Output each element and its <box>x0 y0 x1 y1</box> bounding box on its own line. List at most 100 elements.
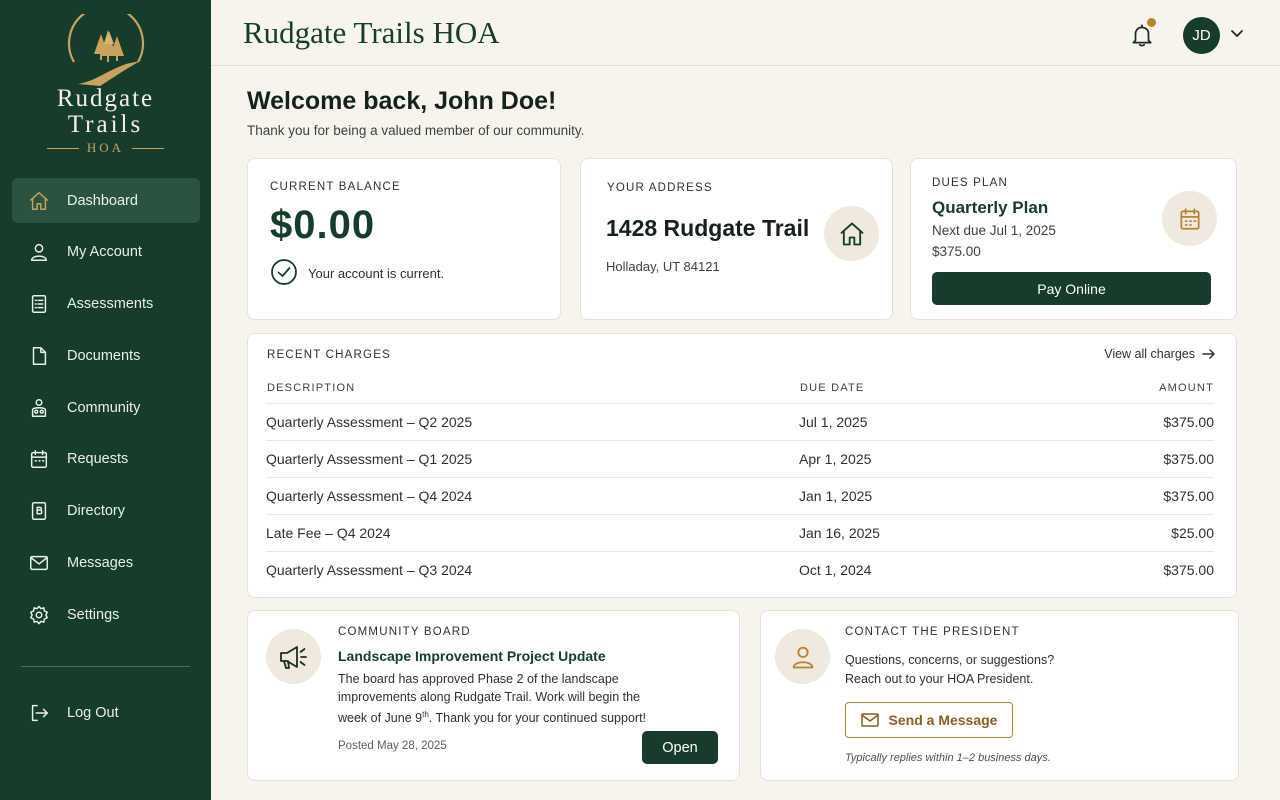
sidebar-item-label: Requests <box>67 451 129 468</box>
table-row[interactable]: Late Fee – Q4 2024 Jan 16, 2025 $25.00 <box>266 514 1214 551</box>
sidebar: Rudgate Trails HOA Dashboard My Account … <box>0 0 211 800</box>
balance-amount: $0.00 <box>270 203 376 247</box>
charge-due-date: Apr 1, 2025 <box>799 451 872 467</box>
plan-amount: $375.00 <box>932 244 981 259</box>
home-icon <box>28 190 50 212</box>
directory-book-icon <box>28 500 50 522</box>
table-row[interactable]: Quarterly Assessment – Q2 2025 Jul 1, 20… <box>266 403 1214 440</box>
balance-status-text: Your account is current. <box>308 266 445 281</box>
sidebar-item-directory[interactable]: Directory <box>12 489 200 534</box>
charge-due-date: Oct 1, 2024 <box>799 562 872 578</box>
sidebar-item-label: Settings <box>67 606 120 623</box>
logo-divider-right <box>132 147 165 149</box>
sidebar-item-my-account[interactable]: My Account <box>12 230 200 275</box>
announcement-body-text-end: . Thank you for your continued support! <box>428 711 647 726</box>
table-row[interactable]: Quarterly Assessment – Q1 2025 Apr 1, 20… <box>266 440 1214 477</box>
logo-text-trails: Trails <box>67 111 144 138</box>
person-icon <box>775 629 830 684</box>
open-announcement-button[interactable]: Open <box>642 731 718 764</box>
pine-trees-emblem-icon <box>67 14 144 86</box>
logout-icon <box>28 702 50 724</box>
sidebar-item-settings[interactable]: Settings <box>12 592 200 637</box>
announcement-ordinal-suffix: th <box>422 710 429 719</box>
column-header-due-date: DUE DATE <box>800 382 865 394</box>
table-row[interactable]: Quarterly Assessment – Q3 2024 Oct 1, 20… <box>266 551 1214 588</box>
welcome-subtitle: Thank you for being a valued member of o… <box>247 123 585 138</box>
pay-online-button[interactable]: Pay Online <box>932 272 1211 305</box>
megaphone-icon <box>266 629 321 684</box>
contact-president-card: CONTACT THE PRESIDENT Questions, concern… <box>760 610 1239 781</box>
calendar-icon <box>1162 191 1217 246</box>
recent-charges-card: RECENT CHARGES View all charges DESCRIPT… <box>247 333 1237 598</box>
charge-due-date: Jul 1, 2025 <box>799 414 868 430</box>
sidebar-item-messages[interactable]: Messages <box>12 541 200 586</box>
gear-icon <box>28 604 50 626</box>
view-all-charges-label: View all charges <box>1104 347 1195 361</box>
logo-text-hoa-row: HOA <box>0 140 211 156</box>
sidebar-item-label: Community <box>67 399 141 416</box>
arrow-right-icon <box>1202 349 1215 359</box>
charge-description: Quarterly Assessment – Q2 2025 <box>266 414 473 430</box>
sidebar-item-assessments[interactable]: Assessments <box>12 282 200 327</box>
sidebar-item-label: Assessments <box>67 296 154 313</box>
charge-amount: $375.00 <box>1163 562 1214 578</box>
logout-area: Log Out <box>12 690 200 742</box>
mail-icon <box>860 713 879 727</box>
column-header-amount: AMOUNT <box>1159 382 1214 394</box>
reply-time-note: Typically replies within 1–2 business da… <box>845 752 1051 764</box>
current-balance-card: CURRENT BALANCE $0.00 Your account is cu… <box>247 158 561 320</box>
address-line-1: 1428 Rudgate Trail <box>606 215 810 241</box>
dues-plan-card: DUES PLAN Quarterly Plan Next due Jul 1,… <box>910 158 1237 320</box>
sidebar-item-requests[interactable]: Requests <box>12 437 200 482</box>
send-message-button[interactable]: Send a Message <box>845 702 1013 738</box>
top-header: Rudgate Trails HOA JD <box>211 0 1280 66</box>
balance-label: CURRENT BALANCE <box>270 181 401 193</box>
calendar-icon <box>28 448 50 470</box>
charge-description: Quarterly Assessment – Q1 2025 <box>266 451 473 467</box>
announcement-title: Landscape Improvement Project Update <box>338 648 606 664</box>
app-title: Rudgate Trails HOA <box>243 15 500 50</box>
announcement-body: The board has approved Phase 2 of the la… <box>338 671 668 728</box>
logo-text-hoa: HOA <box>86 140 125 155</box>
community-board-label: COMMUNITY BOARD <box>338 626 471 638</box>
logout-label: Log Out <box>67 704 119 721</box>
welcome-heading: Welcome back, John Doe! <box>247 87 557 115</box>
sidebar-divider <box>21 666 190 667</box>
check-circle-icon <box>270 258 298 289</box>
sidebar-item-label: Documents <box>67 347 141 364</box>
contact-president-text: Questions, concerns, or suggestions? Rea… <box>845 653 1055 686</box>
plan-name: Quarterly Plan <box>932 198 1049 217</box>
user-avatar[interactable]: JD <box>1183 17 1220 54</box>
view-all-charges-link[interactable]: View all charges <box>1104 347 1216 361</box>
logo-text-rudgate: Rudgate <box>56 85 155 112</box>
mail-icon <box>28 552 50 574</box>
send-message-label: Send a Message <box>888 712 998 728</box>
charge-due-date: Jan 1, 2025 <box>799 488 873 504</box>
sidebar-item-dashboard[interactable]: Dashboard <box>12 178 200 223</box>
contact-president-label: CONTACT THE PRESIDENT <box>845 626 1020 638</box>
table-row[interactable]: Quarterly Assessment – Q4 2024 Jan 1, 20… <box>266 477 1214 514</box>
charge-amount: $375.00 <box>1163 488 1214 504</box>
community-board-card: COMMUNITY BOARD Landscape Improvement Pr… <box>247 610 740 781</box>
sidebar-item-label: Messages <box>67 555 134 572</box>
charge-amount: $375.00 <box>1163 451 1214 467</box>
clipboard-list-icon <box>28 293 50 315</box>
sidebar-item-label: My Account <box>67 244 142 261</box>
notification-dot <box>1147 18 1156 27</box>
document-icon <box>28 345 50 367</box>
house-icon <box>824 206 879 261</box>
sidebar-item-community[interactable]: Community <box>12 385 200 430</box>
hoa-logo[interactable]: Rudgate Trails HOA <box>0 14 211 156</box>
address-line-2: Holladay, UT 84121 <box>606 259 720 274</box>
charge-description: Quarterly Assessment – Q4 2024 <box>266 488 473 504</box>
logout-button[interactable]: Log Out <box>12 690 200 735</box>
charge-description: Late Fee – Q4 2024 <box>266 525 391 541</box>
logo-divider-left <box>46 147 79 149</box>
plan-next-due: Next due Jul 1, 2025 <box>932 223 1056 238</box>
chevron-down-icon[interactable] <box>1229 28 1245 40</box>
charge-description: Quarterly Assessment – Q3 2024 <box>266 562 473 578</box>
balance-status: Your account is current. <box>270 258 444 289</box>
user-icon <box>28 241 50 263</box>
column-header-description: DESCRIPTION <box>267 382 356 394</box>
sidebar-item-documents[interactable]: Documents <box>12 333 200 378</box>
